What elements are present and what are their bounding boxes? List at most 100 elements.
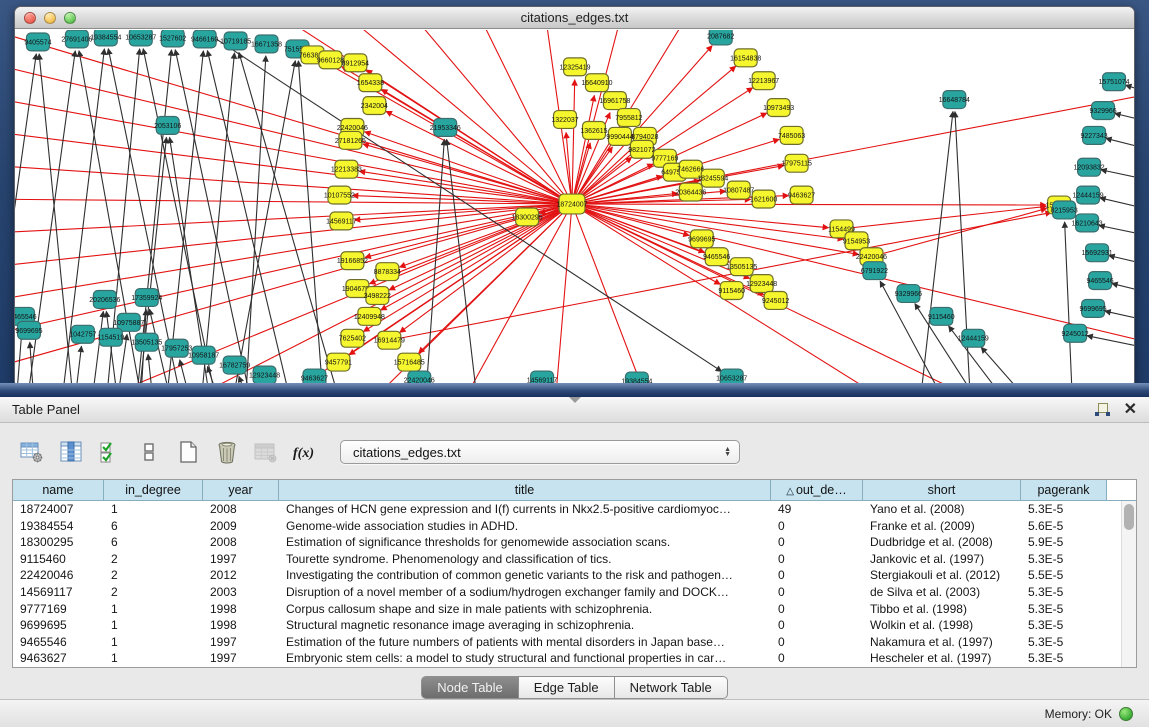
column-header-in-degree[interactable]: in_degree xyxy=(104,480,203,501)
graph-node[interactable]: 13505135 xyxy=(131,333,162,351)
table-row[interactable]: 946554611997Estimation of the future num… xyxy=(13,634,1121,651)
graph-edge[interactable] xyxy=(55,204,572,383)
graph-node[interactable]: 27691406 xyxy=(61,30,92,48)
table-row[interactable]: 946362711997Embryonic stem cells: a mode… xyxy=(13,650,1121,667)
graph-edge[interactable] xyxy=(572,80,575,204)
column-header-short[interactable]: short xyxy=(863,480,1021,501)
graph-edge[interactable] xyxy=(15,204,572,338)
table-row[interactable]: 969969511998Structural magnetic resonanc… xyxy=(13,617,1121,634)
graph-node[interactable]: 9660128 xyxy=(317,51,344,69)
graph-node[interactable]: 19166852 xyxy=(337,252,368,270)
table-row[interactable]: 1456911722003Disruption of a novel membe… xyxy=(13,584,1121,601)
graph-edge[interactable] xyxy=(1115,113,1134,127)
graph-node[interactable]: 12093832 xyxy=(1074,158,1105,176)
graph-edge[interactable] xyxy=(73,346,82,383)
table-row[interactable]: 2242004622012Investigating the contribut… xyxy=(13,567,1121,584)
show-column-icon[interactable] xyxy=(55,437,87,467)
graph-node[interactable]: 1042757 xyxy=(69,325,96,343)
graph-node[interactable]: 8215953 xyxy=(1051,201,1078,219)
graph-node[interactable]: 9699695 xyxy=(15,321,42,339)
graph-edge[interactable] xyxy=(1105,311,1134,326)
table-row[interactable]: 977716911998Corpus callosum shape and si… xyxy=(13,601,1121,618)
graph-edge[interactable] xyxy=(90,311,103,383)
graph-node[interactable]: 15751074 xyxy=(1098,73,1129,91)
graph-node[interactable]: 10973493 xyxy=(763,99,794,117)
graph-edge[interactable] xyxy=(1099,225,1134,240)
graph-node[interactable]: 12444159 xyxy=(1073,186,1104,204)
delete-table-icon[interactable] xyxy=(250,437,282,467)
graph-node[interactable]: 9154953 xyxy=(843,232,870,250)
graph-node[interactable]: 8912954 xyxy=(342,54,369,72)
graph-node[interactable]: 1654338 xyxy=(357,74,384,92)
network-window-titlebar[interactable]: citations_edges.txt xyxy=(15,7,1134,29)
graph-node[interactable]: 8878334 xyxy=(374,263,401,281)
graph-node[interactable]: 1154519 xyxy=(97,328,124,346)
graph-node[interactable]: 1362615 xyxy=(580,121,607,139)
graph-node[interactable]: 7625402 xyxy=(339,329,366,347)
network-canvas[interactable]: 9405574276914061938455410653287152760294… xyxy=(15,30,1134,383)
graph-node[interactable]: 3498222 xyxy=(364,287,391,305)
graph-node[interactable]: 9329966 xyxy=(895,285,922,303)
graph-node[interactable]: 16914479 xyxy=(374,331,405,349)
graph-edge[interactable] xyxy=(1087,336,1134,354)
close-panel-icon[interactable]: ✕ xyxy=(1124,403,1137,417)
graph-node[interactable]: 9329966 xyxy=(1089,102,1116,120)
graph-node[interactable]: 20364436 xyxy=(675,183,706,201)
graph-edge[interactable] xyxy=(389,204,572,290)
graph-node[interactable]: 7955812 xyxy=(615,109,642,127)
graph-node[interactable]: 16210643 xyxy=(1072,214,1103,232)
graph-edge[interactable] xyxy=(366,70,572,204)
graph-node[interactable]: 14569117 xyxy=(527,371,558,383)
graph-node[interactable]: 20206536 xyxy=(89,291,120,309)
graph-edge[interactable] xyxy=(15,204,572,303)
graph-edge[interactable] xyxy=(1101,170,1134,185)
graph-edge[interactable] xyxy=(981,347,1043,383)
graph-node[interactable]: 9115460 xyxy=(718,282,745,300)
zoom-window-icon[interactable] xyxy=(64,12,76,24)
graph-node[interactable]: 9463627 xyxy=(301,369,328,383)
graph-node[interactable]: 16961758 xyxy=(599,92,630,110)
graph-node[interactable]: 2087682 xyxy=(707,30,734,45)
graph-node[interactable]: 19384554 xyxy=(621,372,652,383)
minimize-window-icon[interactable] xyxy=(44,12,56,24)
graph-edge[interactable] xyxy=(572,204,689,235)
close-window-icon[interactable] xyxy=(24,12,36,24)
graph-node[interactable]: 9245012 xyxy=(1062,324,1089,342)
column-header-year[interactable]: year xyxy=(203,480,279,501)
graph-edge[interactable] xyxy=(175,50,254,383)
delete-columns-icon[interactable] xyxy=(211,437,243,467)
graph-node-hub[interactable]: 18724007 xyxy=(556,194,587,214)
graph-node[interactable]: 17975115 xyxy=(781,154,812,172)
citation-network-graph[interactable]: 9405574276914061938455410653287152760294… xyxy=(15,30,1134,383)
graph-edge[interactable] xyxy=(918,111,953,383)
graph-node[interactable]: 2053106 xyxy=(154,117,181,135)
graph-edge[interactable] xyxy=(572,204,654,383)
graph-edge[interactable] xyxy=(165,51,204,383)
graph-node[interactable]: 16671358 xyxy=(251,35,282,53)
create-column-icon[interactable] xyxy=(172,437,204,467)
graph-node[interactable]: 21953346 xyxy=(430,118,461,136)
graph-edge[interactable] xyxy=(334,30,572,204)
graph-node[interactable]: 14569117 xyxy=(326,212,357,230)
graph-node[interactable]: 10653287 xyxy=(125,30,156,46)
graph-edge[interactable] xyxy=(1106,138,1134,155)
graph-node[interactable]: 1621600 xyxy=(750,190,777,208)
tab-edge-table[interactable]: Edge Table xyxy=(519,676,615,699)
graph-edge[interactable] xyxy=(1109,255,1134,270)
float-panel-icon[interactable] xyxy=(1095,403,1110,417)
graph-node[interactable]: 12409948 xyxy=(354,307,385,325)
table-row[interactable]: 1872400712008Changes of HCN gene express… xyxy=(13,501,1121,518)
graph-edge[interactable] xyxy=(842,206,1047,228)
graph-node[interactable]: 15716485 xyxy=(394,353,425,371)
graph-node[interactable]: 27181265 xyxy=(335,131,366,149)
panel-splitter-handle[interactable] xyxy=(569,397,581,403)
table-mode-icon[interactable] xyxy=(16,437,48,467)
graph-node[interactable]: 9465546 xyxy=(703,248,730,266)
graph-node[interactable]: 16640910 xyxy=(581,74,612,92)
graph-node[interactable]: 10958187 xyxy=(188,346,219,364)
select-all-columns-icon[interactable] xyxy=(94,437,126,467)
graph-node[interactable]: 16154838 xyxy=(730,49,761,67)
graph-node[interactable]: 13505135 xyxy=(726,258,757,276)
graph-edge[interactable] xyxy=(363,144,572,204)
column-header-title[interactable]: title xyxy=(279,480,771,501)
